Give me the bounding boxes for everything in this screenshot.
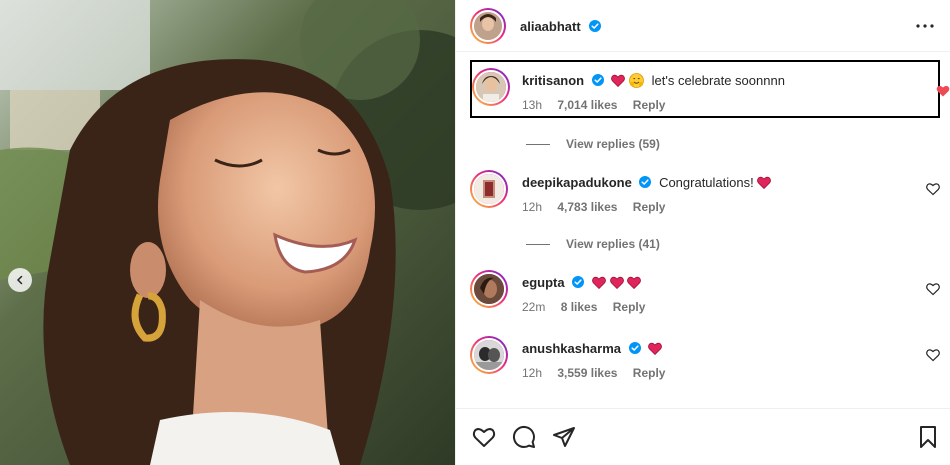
heart-icon[interactable] [926,348,940,362]
view-replies-button[interactable]: View replies (41) [526,237,660,251]
bookmark-icon[interactable] [916,425,940,449]
comment-avatar[interactable] [470,170,508,208]
heart-icon[interactable] [926,282,940,296]
red-heart-emoji-icon [611,74,626,87]
post-action-bar [456,408,950,465]
comment-username[interactable]: deepikapadukone [522,175,632,190]
verified-badge-icon [589,20,602,32]
comment-username[interactable]: kritisanon [522,73,584,88]
comment-username[interactable]: egupta [522,275,565,290]
comment-text-row: kritisanon let's celebrate soonnnn [522,72,785,90]
comment-meta: 12h 3,559 likes Reply [522,366,677,380]
verified-badge-icon [628,342,641,354]
comment-avatar[interactable] [470,270,508,308]
verified-badge-icon [572,276,585,288]
verified-badge-icon [591,74,604,86]
heart-icon[interactable] [936,84,950,98]
comment-reply-button[interactable]: Reply [613,300,646,314]
author-name-row: aliaabhatt [520,18,602,36]
comment-avatar[interactable] [472,68,510,106]
author-username[interactable]: aliaabhatt [520,19,581,34]
post-detail-panel: aliaabhatt kritisanon let's celebrate so… [455,0,950,465]
author-avatar-image [474,12,502,40]
comment-time: 13h [522,98,543,112]
view-replies-button[interactable]: View replies (59) [526,137,660,151]
comment-likes[interactable]: 8 likes [561,300,598,314]
post-photo[interactable] [0,0,455,465]
avatar-image [474,274,504,304]
author-avatar[interactable] [470,8,506,44]
red-heart-emoji-icon [627,276,642,289]
comment-body: Congratulations! [659,175,754,190]
comment-body: let's celebrate soonnnn [651,73,785,88]
comment-time: 12h [522,366,543,380]
comment-likes[interactable]: 3,559 likes [557,366,617,380]
heart-icon[interactable] [926,182,940,196]
verified-badge-icon [639,176,652,188]
share-icon[interactable] [552,425,576,449]
comment-username[interactable]: anushkasharma [522,341,621,356]
red-heart-emoji-icon [648,342,663,355]
divider-line [526,143,550,145]
view-replies-label: View replies (59) [566,137,660,151]
chevron-left-icon [16,275,23,285]
comment-text-row: anushkasharma [522,340,663,358]
comment-text-row: egupta [522,274,642,292]
comment-meta: 22m 8 likes Reply [522,300,657,314]
comment-likes[interactable]: 4,783 likes [557,200,617,214]
comment-time: 12h [522,200,543,214]
red-heart-emoji-icon [609,276,624,289]
divider-line [526,243,550,245]
avatar-image [474,174,504,204]
view-replies-label: View replies (41) [566,237,660,251]
comment-time: 22m [522,300,546,314]
comment-meta: 13h 7,014 likes Reply [522,98,677,112]
comment-reply-button[interactable]: Reply [633,200,666,214]
carousel-prev-button[interactable] [8,268,32,292]
post-image [0,0,455,465]
red-heart-emoji-icon [591,276,606,289]
avatar-image [476,72,506,102]
post-header: aliaabhatt [456,0,950,52]
hugging-face-emoji-icon [629,73,644,88]
comment-reply-button[interactable]: Reply [633,98,666,112]
comment-likes[interactable]: 7,014 likes [557,98,617,112]
avatar-image [474,340,504,370]
comment-icon[interactable] [512,425,536,449]
more-dots-icon [916,24,934,28]
more-options-button[interactable] [915,16,935,36]
heart-icon[interactable] [472,425,496,449]
comment-reply-button[interactable]: Reply [633,366,666,380]
comment-text-row: deepikapadukone Congratulations! [522,174,772,192]
red-heart-emoji-icon [757,176,772,189]
comment-avatar[interactable] [470,336,508,374]
comment-meta: 12h 4,783 likes Reply [522,200,677,214]
